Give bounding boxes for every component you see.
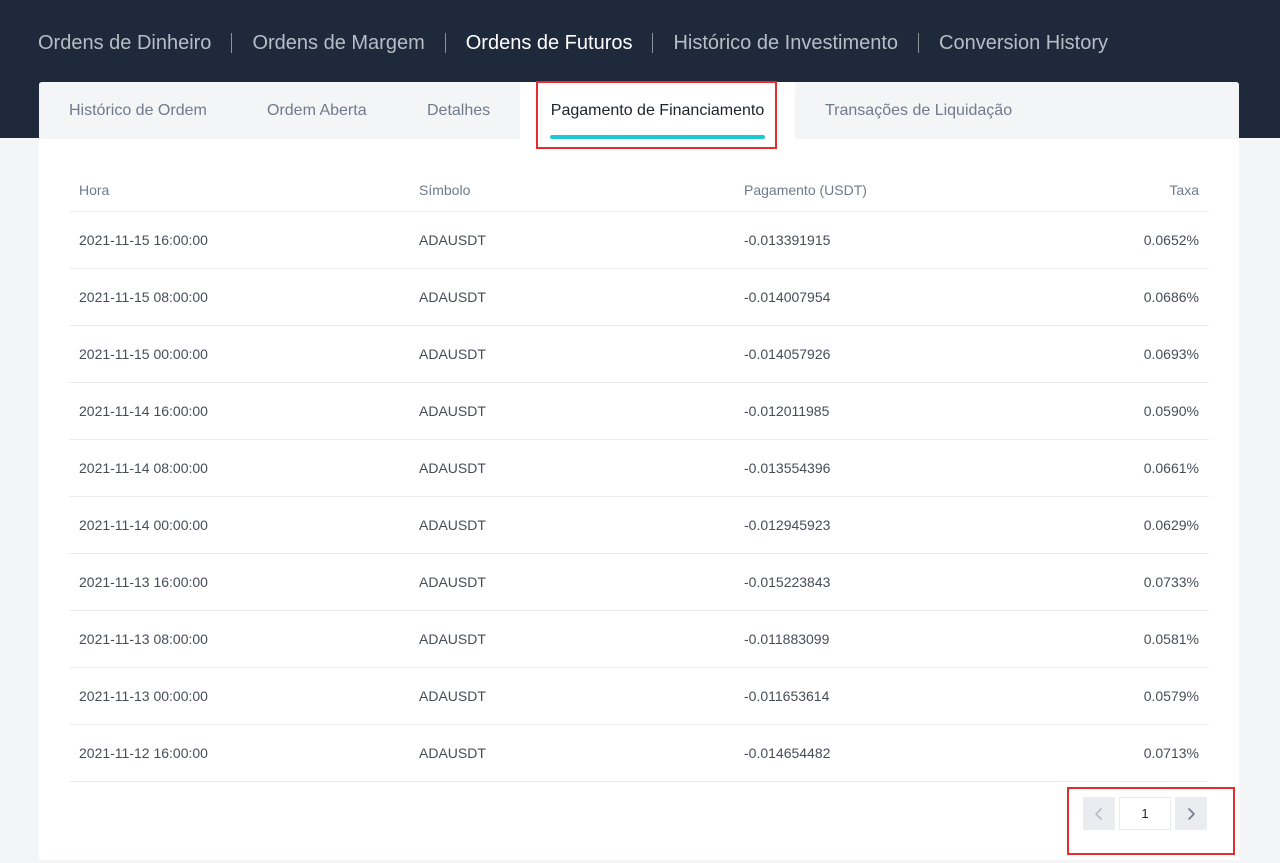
pagination (1083, 797, 1207, 830)
column-header-payment: Pagamento (USDT) (744, 182, 867, 198)
nav-separator (918, 33, 920, 53)
cell-time: 2021-11-15 00:00:00 (79, 346, 208, 362)
cell-symbol: ADAUSDT (419, 460, 486, 476)
cell-payment: -0.012011985 (744, 403, 830, 419)
cell-rate: 0.0590% (1143, 403, 1199, 419)
nav-conversion-history[interactable]: Conversion History (939, 24, 1108, 62)
column-header-rate: Taxa (1169, 182, 1199, 198)
cell-time: 2021-11-12 16:00:00 (79, 745, 208, 761)
cell-payment: -0.014057926 (744, 346, 831, 362)
cell-time: 2021-11-14 16:00:00 (79, 403, 208, 419)
cell-payment: -0.015223843 (744, 574, 831, 590)
cell-time: 2021-11-15 16:00:00 (79, 232, 208, 248)
column-header-symbol: Símbolo (419, 182, 471, 198)
table-row: 2021-11-13 16:00:00 ADAUSDT -0.015223843… (69, 554, 1209, 611)
table-header: Hora Símbolo Pagamento (USDT) Taxa (69, 169, 1209, 212)
table-row: 2021-11-14 00:00:00 ADAUSDT -0.012945923… (69, 497, 1209, 554)
cell-payment: -0.012945923 (744, 517, 831, 533)
cell-rate: 0.0629% (1143, 517, 1199, 533)
cell-symbol: ADAUSDT (419, 346, 486, 362)
column-header-time: Hora (79, 182, 110, 198)
nav-separator (231, 33, 233, 53)
tab-funding-payment[interactable]: Pagamento de Financiamento (520, 82, 795, 139)
cell-rate: 0.0661% (1143, 460, 1199, 476)
cell-rate: 0.0581% (1143, 631, 1199, 647)
main-nav: Ordens de Dinheiro Ordens de Margem Orde… (38, 24, 1108, 62)
tab-open-orders[interactable]: Ordem Aberta (267, 82, 367, 139)
cell-symbol: ADAUSDT (419, 688, 486, 704)
cell-time: 2021-11-13 08:00:00 (79, 631, 208, 647)
cell-time: 2021-11-14 00:00:00 (79, 517, 208, 533)
cell-time: 2021-11-13 00:00:00 (79, 688, 208, 704)
chevron-left-icon (1095, 807, 1102, 820)
cell-payment: -0.013554396 (744, 460, 831, 476)
tab-details[interactable]: Detalhes (427, 82, 490, 139)
orders-panel: Histórico de Ordem Ordem Aberta Detalhes… (39, 82, 1239, 860)
cell-payment: -0.014654482 (744, 745, 831, 761)
cell-rate: 0.0693% (1143, 346, 1199, 362)
cell-rate: 0.0579% (1143, 688, 1199, 704)
tab-order-history[interactable]: Histórico de Ordem (69, 82, 207, 139)
cell-symbol: ADAUSDT (419, 517, 486, 533)
cell-symbol: ADAUSDT (419, 232, 486, 248)
cell-time: 2021-11-13 16:00:00 (79, 574, 208, 590)
cell-symbol: ADAUSDT (419, 631, 486, 647)
cell-payment: -0.011883099 (744, 631, 830, 647)
cell-rate: 0.0733% (1143, 574, 1199, 590)
tab-liquidation-transactions[interactable]: Transações de Liquidação (825, 82, 1012, 139)
chevron-right-icon (1188, 807, 1195, 820)
cell-symbol: ADAUSDT (419, 289, 486, 305)
table-row: 2021-11-13 08:00:00 ADAUSDT -0.011883099… (69, 611, 1209, 668)
cell-rate: 0.0713% (1143, 745, 1199, 761)
cell-payment: -0.011653614 (744, 688, 830, 704)
cell-rate: 0.0686% (1143, 289, 1199, 305)
active-tab-indicator (550, 135, 765, 139)
tab-funding-payment-label: Pagamento de Financiamento (550, 102, 765, 119)
table-row: 2021-11-14 08:00:00 ADAUSDT -0.013554396… (69, 440, 1209, 497)
table-row: 2021-11-15 16:00:00 ADAUSDT -0.013391915… (69, 212, 1209, 269)
nav-cash-orders[interactable]: Ordens de Dinheiro (38, 24, 211, 62)
funding-payment-table: Hora Símbolo Pagamento (USDT) Taxa 2021-… (69, 169, 1209, 782)
page-number-input[interactable] (1119, 797, 1171, 830)
table-row: 2021-11-15 08:00:00 ADAUSDT -0.014007954… (69, 269, 1209, 326)
next-page-button[interactable] (1175, 797, 1207, 830)
nav-separator (444, 33, 446, 53)
table-row: 2021-11-15 00:00:00 ADAUSDT -0.014057926… (69, 326, 1209, 383)
cell-rate: 0.0652% (1143, 232, 1199, 248)
cell-symbol: ADAUSDT (419, 745, 486, 761)
table-row: 2021-11-14 16:00:00 ADAUSDT -0.012011985… (69, 383, 1209, 440)
nav-investment-history[interactable]: Histórico de Investimento (673, 24, 898, 62)
cell-symbol: ADAUSDT (419, 574, 486, 590)
table-row: 2021-11-13 00:00:00 ADAUSDT -0.011653614… (69, 668, 1209, 725)
prev-page-button[interactable] (1083, 797, 1115, 830)
nav-separator (652, 33, 654, 53)
cell-payment: -0.013391915 (744, 232, 831, 248)
nav-margin-orders[interactable]: Ordens de Margem (252, 24, 424, 62)
cell-time: 2021-11-14 08:00:00 (79, 460, 208, 476)
cell-symbol: ADAUSDT (419, 403, 486, 419)
cell-payment: -0.014007954 (744, 289, 831, 305)
sub-tabs: Histórico de Ordem Ordem Aberta Detalhes… (39, 82, 1239, 139)
cell-time: 2021-11-15 08:00:00 (79, 289, 208, 305)
nav-futures-orders[interactable]: Ordens de Futuros (466, 24, 633, 62)
table-row: 2021-11-12 16:00:00 ADAUSDT -0.014654482… (69, 725, 1209, 782)
